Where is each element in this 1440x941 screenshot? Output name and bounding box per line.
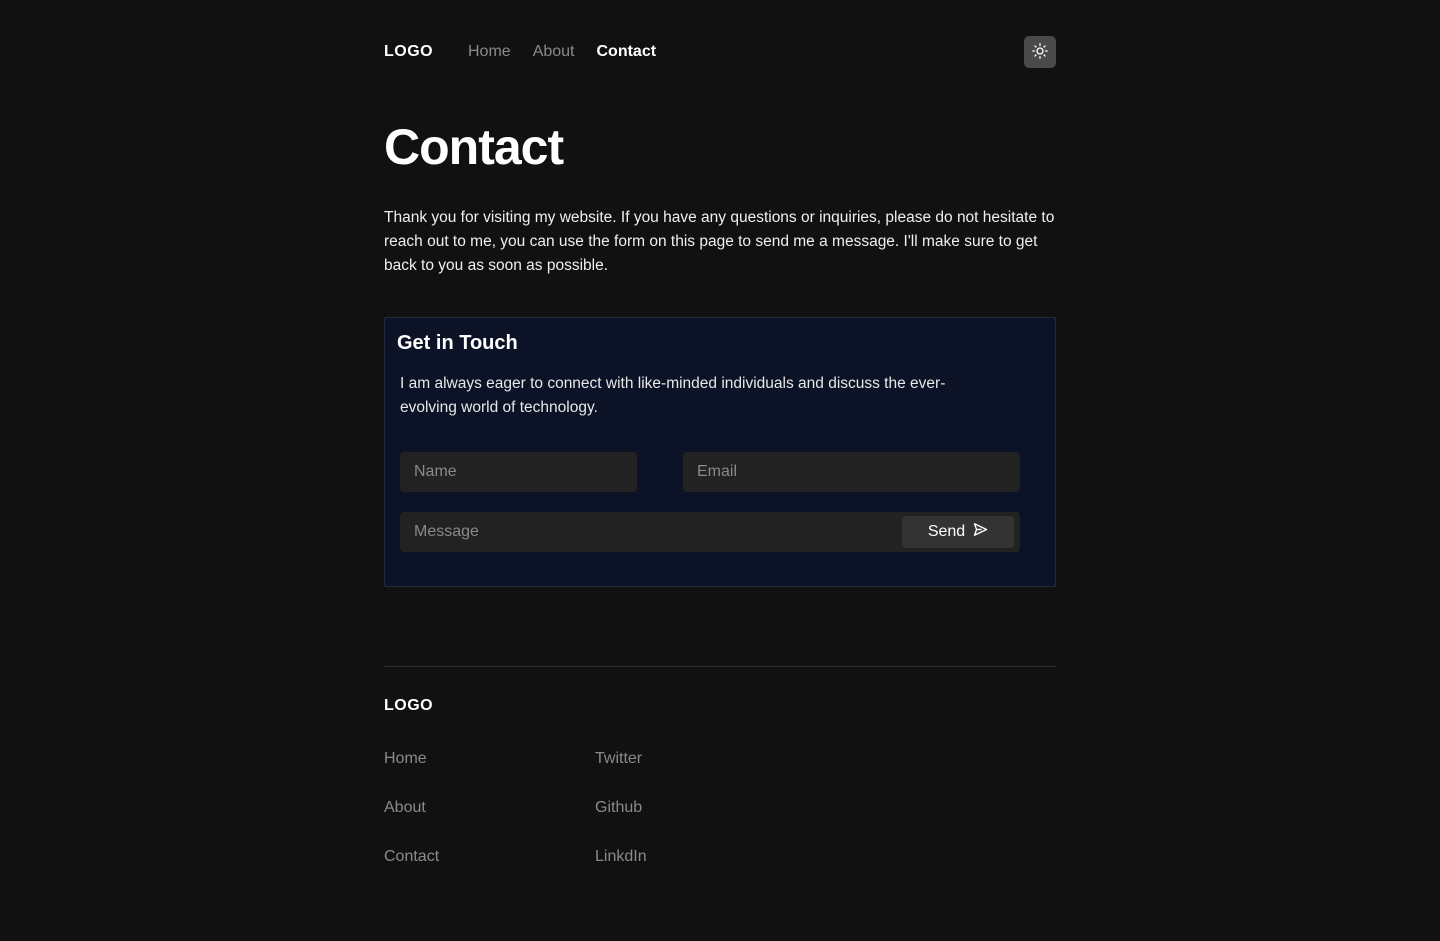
sun-icon (1032, 42, 1048, 62)
message-input[interactable] (400, 512, 900, 552)
footer-logo[interactable]: LOGO (384, 697, 433, 715)
main-nav: Home About Contact (468, 43, 656, 61)
footer-divider (384, 666, 1056, 667)
message-field-wrapper: Send (400, 512, 1020, 552)
footer-link-github[interactable]: Github (595, 798, 647, 818)
nav-about[interactable]: About (533, 43, 575, 61)
nav-home[interactable]: Home (468, 43, 511, 61)
send-button-label: Send (927, 523, 966, 540)
page-title: Contact (384, 119, 564, 175)
name-input[interactable] (400, 452, 637, 492)
footer-nav-links: Home About Contact (384, 749, 439, 867)
footer-link-twitter[interactable]: Twitter (595, 749, 647, 769)
header-logo[interactable]: LOGO (384, 43, 468, 61)
header: LOGO Home About Contact (384, 36, 1056, 68)
footer-link-home[interactable]: Home (384, 749, 439, 769)
footer-link-contact[interactable]: Contact (384, 847, 439, 867)
card-description: I am always eager to connect with like-m… (400, 375, 946, 416)
contact-card: Get in Touch I am always eager to connec… (384, 317, 1056, 587)
nav-contact[interactable]: Contact (597, 43, 657, 61)
footer-social-links: Twitter Github LinkdIn (595, 749, 647, 867)
email-input[interactable] (683, 452, 1020, 492)
theme-toggle-button[interactable] (1024, 36, 1056, 68)
footer-link-linkedin[interactable]: LinkdIn (595, 847, 647, 867)
page: LOGO Home About Contact Contact Thank yo… (384, 0, 1056, 941)
send-icon (973, 522, 988, 542)
card-title: Get in Touch (397, 332, 518, 354)
intro-text: Thank you for visiting my website. If yo… (384, 209, 1055, 274)
footer-link-about[interactable]: About (384, 798, 439, 818)
send-button[interactable]: Send (902, 516, 1014, 548)
